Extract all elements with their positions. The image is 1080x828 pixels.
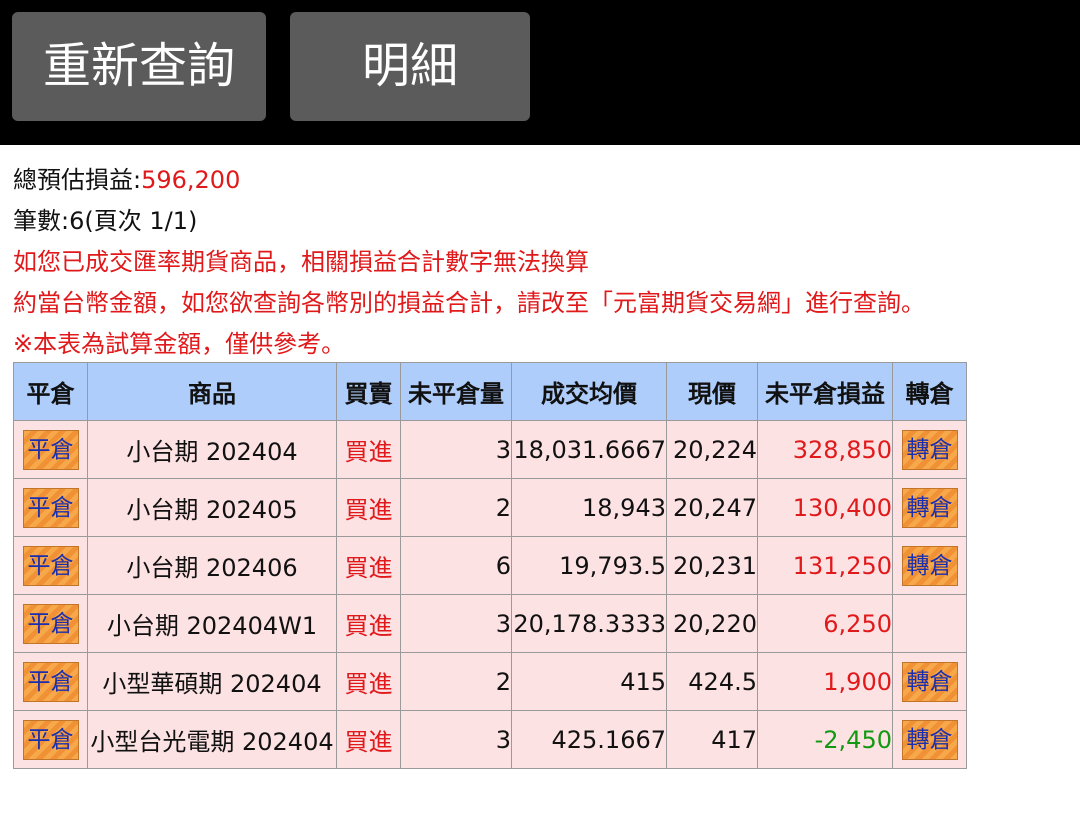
header-current-price: 現價	[666, 362, 758, 421]
avg-price-cell: 18,943	[511, 478, 667, 537]
table-row: 平倉 小台期 202406 買進 6 19,793.5 20,231 131,250 轉倉	[13, 536, 967, 595]
close-cell: 平倉	[13, 652, 88, 711]
total-pnl-label: 總預估損益:	[13, 166, 142, 194]
roll-position-button[interactable]: 轉倉	[901, 429, 958, 470]
current-price-cell: 424.5	[666, 652, 758, 711]
open-pnl-cell: 1,900	[757, 652, 893, 711]
positions-table: 平倉 商品 買賣 未平倉量 成交均價 現價 未平倉損益 轉倉 平倉 小台期 202…	[13, 362, 967, 769]
roll-cell	[892, 594, 967, 653]
close-position-button[interactable]: 平倉	[22, 487, 79, 528]
close-cell: 平倉	[13, 594, 88, 653]
close-cell: 平倉	[13, 536, 88, 595]
open-qty-cell: 6	[400, 536, 512, 595]
detail-button[interactable]: 明細	[290, 12, 530, 121]
open-pnl-cell: -2,450	[757, 710, 893, 769]
requery-button[interactable]: 重新查詢	[12, 12, 266, 121]
close-position-button[interactable]: 平倉	[22, 603, 79, 644]
current-price-cell: 20,231	[666, 536, 758, 595]
header-roll: 轉倉	[892, 362, 967, 421]
roll-cell: 轉倉	[892, 710, 967, 769]
header-side: 買賣	[336, 362, 401, 421]
side-cell: 買進	[336, 652, 401, 711]
header-avg-price: 成交均價	[511, 362, 667, 421]
header-product: 商品	[87, 362, 337, 421]
product-cell: 小台期 202406	[87, 536, 337, 595]
total-pnl-line: 總預估損益:596,200	[13, 165, 240, 195]
close-position-button[interactable]: 平倉	[22, 545, 79, 586]
side-cell: 買進	[336, 536, 401, 595]
avg-price-cell: 19,793.5	[511, 536, 667, 595]
notice-line-2: 約當台幣金額，如您欲查詢各幣別的損益合計，請改至「元富期貨交易網」進行查詢。	[13, 289, 925, 317]
notice-line-1: 如您已成交匯率期貨商品，相關損益合計數字無法換算	[13, 248, 589, 276]
current-price-cell: 20,224	[666, 420, 758, 479]
close-position-button[interactable]: 平倉	[22, 429, 79, 470]
open-pnl-cell: 131,250	[757, 536, 893, 595]
close-position-button[interactable]: 平倉	[22, 661, 79, 702]
roll-position-button[interactable]: 轉倉	[901, 487, 958, 528]
close-position-button[interactable]: 平倉	[22, 719, 79, 760]
current-price-cell: 417	[666, 710, 758, 769]
side-cell: 買進	[336, 478, 401, 537]
header-open-pnl: 未平倉損益	[757, 362, 893, 421]
open-qty-cell: 3	[400, 710, 512, 769]
close-cell: 平倉	[13, 420, 88, 479]
close-cell: 平倉	[13, 710, 88, 769]
roll-position-button[interactable]: 轉倉	[901, 545, 958, 586]
table-row: 平倉 小台期 202404 買進 3 18,031.6667 20,224 328,850 轉…	[13, 420, 967, 479]
roll-position-button[interactable]: 轉倉	[901, 719, 958, 760]
record-count: 筆數:6(頁次 1/1)	[13, 207, 198, 235]
side-cell: 買進	[336, 594, 401, 653]
product-cell: 小台期 202404	[87, 420, 337, 479]
product-cell: 小台期 202405	[87, 478, 337, 537]
notice-line-3: ※本表為試算金額，僅供參考。	[13, 330, 346, 358]
open-pnl-cell: 130,400	[757, 478, 893, 537]
avg-price-cell: 415	[511, 652, 667, 711]
product-cell: 小型台光電期 202404	[87, 710, 337, 769]
product-cell: 小型華碩期 202404	[87, 652, 337, 711]
product-cell: 小台期 202404W1	[87, 594, 337, 653]
table-row: 平倉 小型華碩期 202404 買進 2 415 424.5 1,900 轉倉	[13, 652, 967, 711]
top-toolbar: 重新查詢 明細	[0, 0, 1080, 145]
avg-price-cell: 18,031.6667	[511, 420, 667, 479]
table-row: 平倉 小台期 202404W1 買進 3 20,178.3333 20,220 6,250	[13, 594, 967, 653]
open-pnl-cell: 6,250	[757, 594, 893, 653]
avg-price-cell: 425.1667	[511, 710, 667, 769]
open-qty-cell: 3	[400, 594, 512, 653]
table-row: 平倉 小台期 202405 買進 2 18,943 20,247 130,400 轉倉	[13, 478, 967, 537]
open-qty-cell: 2	[400, 652, 512, 711]
open-qty-cell: 3	[400, 420, 512, 479]
close-cell: 平倉	[13, 478, 88, 537]
table-header-row: 平倉 商品 買賣 未平倉量 成交均價 現價 未平倉損益 轉倉	[13, 362, 967, 421]
roll-cell: 轉倉	[892, 420, 967, 479]
side-cell: 買進	[336, 710, 401, 769]
open-pnl-cell: 328,850	[757, 420, 893, 479]
current-price-cell: 20,220	[666, 594, 758, 653]
table-row: 平倉 小型台光電期 202404 買進 3 425.1667 417 -2,450 轉倉	[13, 710, 967, 769]
side-cell: 買進	[336, 420, 401, 479]
avg-price-cell: 20,178.3333	[511, 594, 667, 653]
total-pnl-value: 596,200	[141, 166, 241, 194]
roll-cell: 轉倉	[892, 652, 967, 711]
roll-position-button[interactable]: 轉倉	[901, 661, 958, 702]
roll-cell: 轉倉	[892, 536, 967, 595]
header-close: 平倉	[13, 362, 88, 421]
open-qty-cell: 2	[400, 478, 512, 537]
roll-cell: 轉倉	[892, 478, 967, 537]
header-open-qty: 未平倉量	[400, 362, 512, 421]
current-price-cell: 20,247	[666, 478, 758, 537]
